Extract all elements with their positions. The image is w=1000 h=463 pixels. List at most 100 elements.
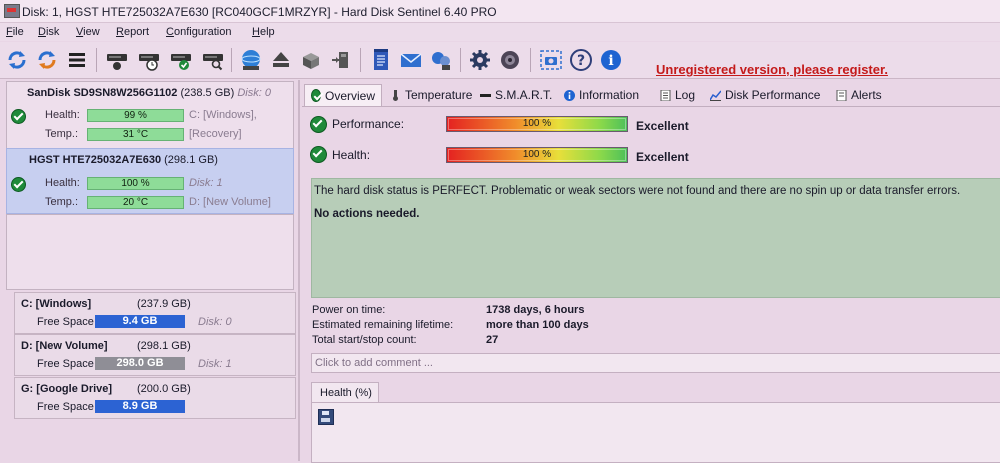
volume-card-d[interactable]: D: [New Volume] (298.1 GB) Free Space 29… bbox=[14, 334, 296, 376]
volume-disk: Disk: 1 bbox=[198, 358, 232, 370]
disk-list-icon[interactable] bbox=[64, 47, 90, 73]
performance-result: Excellent bbox=[636, 119, 689, 133]
menu-report[interactable]: Report bbox=[116, 26, 149, 38]
settings-icon[interactable] bbox=[467, 47, 493, 73]
health-label: Health: bbox=[45, 177, 80, 189]
disk-name-line: HGST HTE725032A7E630 (298.1 GB) bbox=[29, 154, 218, 166]
health-bar: 100 % bbox=[87, 177, 184, 190]
free-space-label: Free Space bbox=[37, 358, 94, 370]
comment-field[interactable]: Click to add comment ... bbox=[311, 353, 1000, 373]
action-text: No actions needed. bbox=[314, 208, 420, 220]
volume-card-c[interactable]: C: [Windows] (237.9 GB) Free Space 9.4 G… bbox=[14, 292, 296, 334]
title-bar: Disk: 1, HGST HTE725032A7E630 [RC040GCF1… bbox=[0, 0, 1000, 23]
menu-help-accel: H bbox=[252, 26, 260, 38]
refresh-icon[interactable] bbox=[4, 47, 30, 73]
help-icon[interactable]: ? bbox=[568, 47, 594, 73]
information-icon bbox=[564, 89, 575, 101]
menu-bar: File Disk View Report Configuration Help bbox=[0, 23, 1000, 41]
power-on-time-value: 1738 days, 6 hours bbox=[486, 304, 585, 316]
tab-alerts[interactable]: Alerts bbox=[830, 84, 888, 106]
health-ok-icon bbox=[11, 177, 26, 192]
mail-icon[interactable] bbox=[398, 47, 424, 73]
health-bar: 99 % bbox=[87, 109, 184, 122]
toolbar-separator bbox=[360, 48, 361, 72]
tab-label: Log bbox=[675, 88, 696, 102]
performance-label: Performance: bbox=[332, 117, 405, 131]
sound-icon[interactable] bbox=[497, 47, 523, 73]
info-icon[interactable]: i bbox=[598, 47, 624, 73]
menu-view[interactable]: View bbox=[76, 26, 100, 38]
external-disk-icon[interactable] bbox=[328, 47, 354, 73]
disk-name-line: SanDisk SD9SN8W256G1102 (238.5 GB) Disk:… bbox=[27, 87, 271, 99]
tab-information[interactable]: Information bbox=[558, 84, 645, 106]
disk-surface-icon[interactable] bbox=[238, 47, 264, 73]
remaining-lifetime-label: Estimated remaining lifetime: bbox=[312, 319, 454, 331]
disk-check-icon[interactable] bbox=[168, 47, 194, 73]
disk-test-icon[interactable] bbox=[104, 47, 130, 73]
screenshot-icon[interactable] bbox=[538, 47, 564, 73]
tab-label: Alerts bbox=[851, 88, 882, 102]
start-stop-count-label: Total start/stop count: bbox=[312, 334, 417, 346]
tab-overview[interactable]: Overview bbox=[304, 84, 382, 106]
tab-label: Information bbox=[579, 88, 640, 102]
tab-label: Overview bbox=[324, 88, 375, 103]
comment-placeholder: Click to add comment ... bbox=[315, 357, 433, 369]
health-chart-tab-label: Health (%) bbox=[320, 387, 372, 399]
overview-check-icon bbox=[311, 89, 321, 102]
menu-configuration[interactable]: Configuration bbox=[166, 26, 231, 38]
unregistered-link[interactable]: Unregistered version, please register. bbox=[656, 62, 888, 77]
tab-temperature[interactable]: Temperature bbox=[384, 84, 478, 106]
tab-log[interactable]: Log bbox=[654, 84, 701, 106]
refresh-all-icon[interactable] bbox=[34, 47, 60, 73]
svg-text:?: ? bbox=[577, 53, 585, 69]
volume-info: C: [Windows], bbox=[189, 109, 257, 121]
smart-icon bbox=[480, 93, 491, 97]
panel-splitter[interactable] bbox=[298, 80, 300, 461]
toolbar-separator bbox=[530, 48, 531, 72]
menu-configuration-label: onfiguration bbox=[173, 26, 232, 38]
disk-card-hgst[interactable]: HGST HTE725032A7E630 (298.1 GB) Health: … bbox=[6, 148, 294, 214]
tab-smart[interactable]: S.M.A.R.T. bbox=[474, 84, 558, 106]
performance-ok-icon bbox=[310, 116, 327, 133]
toolbar-separator bbox=[231, 48, 232, 72]
temp-label: Temp.: bbox=[45, 128, 79, 140]
free-space-label: Free Space bbox=[37, 316, 94, 328]
menu-report-label: eport bbox=[123, 26, 150, 38]
tab-label: Temperature bbox=[405, 88, 473, 102]
performance-bar: 100 % bbox=[446, 116, 628, 132]
status-text: The hard disk status is PERFECT. Problem… bbox=[314, 185, 961, 197]
volume-size: (298.1 GB) bbox=[137, 340, 191, 352]
tab-disk-performance[interactable]: Disk Performance bbox=[704, 84, 826, 106]
menu-help[interactable]: Help bbox=[252, 26, 275, 38]
menu-disk-label: isk bbox=[45, 26, 60, 38]
eject-icon[interactable] bbox=[268, 47, 294, 73]
tab-health-chart[interactable]: Health (%) bbox=[311, 382, 379, 403]
menu-disk[interactable]: Disk bbox=[38, 26, 59, 38]
tab-label: Disk Performance bbox=[725, 88, 821, 102]
volume-name: D: [New Volume] bbox=[21, 340, 108, 352]
network-disk-icon[interactable] bbox=[298, 47, 324, 73]
share-icon[interactable] bbox=[428, 47, 454, 73]
menu-report-accel: R bbox=[116, 26, 124, 38]
health-chart-pane bbox=[311, 402, 1000, 463]
disk-schedule-icon[interactable] bbox=[136, 47, 162, 73]
save-icon[interactable] bbox=[318, 409, 334, 425]
toolbar-separator bbox=[96, 48, 97, 72]
health-ok-icon bbox=[11, 109, 26, 124]
disk-name: SanDisk SD9SN8W256G1102 bbox=[27, 87, 178, 99]
log-icon bbox=[660, 89, 671, 101]
disk-card-sandisk[interactable]: SanDisk SD9SN8W256G1102 (238.5 GB) Disk:… bbox=[6, 81, 294, 149]
menu-disk-accel: D bbox=[38, 26, 46, 38]
start-stop-count-value: 27 bbox=[486, 334, 499, 346]
free-space-bar: 9.4 GB bbox=[95, 315, 185, 328]
health-label: Health: bbox=[332, 148, 371, 162]
report-icon[interactable] bbox=[368, 47, 394, 73]
alerts-icon bbox=[836, 89, 847, 101]
disk-list-empty-area bbox=[6, 214, 294, 290]
volume-size: (237.9 GB) bbox=[137, 298, 191, 310]
disk-search-icon[interactable] bbox=[200, 47, 226, 73]
app-icon[interactable] bbox=[4, 4, 20, 18]
menu-file[interactable]: File bbox=[6, 26, 24, 38]
volume-card-g[interactable]: G: [Google Drive] (200.0 GB) Free Space … bbox=[14, 377, 296, 419]
power-on-time-label: Power on time: bbox=[312, 304, 386, 316]
